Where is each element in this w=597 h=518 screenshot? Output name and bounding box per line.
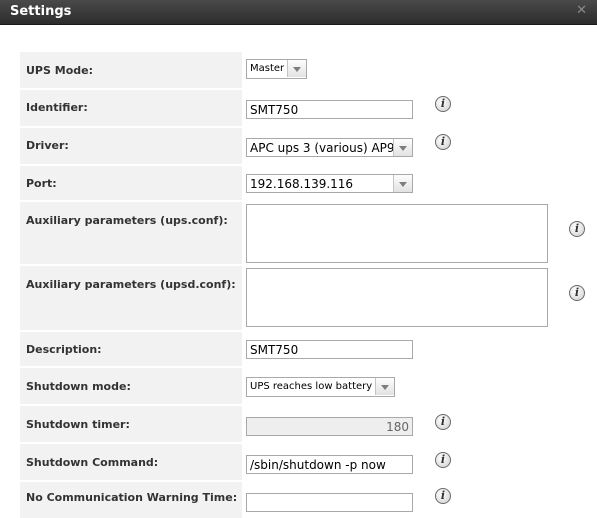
chevron-down-icon	[393, 175, 412, 192]
row-shutdown-timer: Shutdown timer: i	[0, 406, 597, 442]
description-label: Description:	[20, 332, 242, 366]
port-value: 192.168.139.116	[250, 177, 354, 191]
no-comm-warning-label: No Communication Warning Time:	[20, 482, 242, 518]
row-aux-upsd-conf: Auxiliary parameters (upsd.conf): i	[0, 266, 597, 330]
close-icon[interactable]: ✕	[576, 3, 587, 18]
aux-upsd-conf-label: Auxiliary parameters (upsd.conf):	[20, 266, 242, 330]
driver-label: Driver:	[20, 128, 242, 164]
info-icon[interactable]: i	[435, 134, 451, 150]
shutdown-mode-label: Shutdown mode:	[20, 368, 242, 404]
info-icon[interactable]: i	[435, 414, 451, 430]
chevron-down-icon	[393, 139, 412, 156]
dialog-title: Settings	[10, 4, 72, 19]
identifier-cell: i	[244, 90, 597, 126]
row-description: Description:	[0, 332, 597, 366]
row-aux-ups-conf: Auxiliary parameters (ups.conf): i	[0, 202, 597, 264]
no-comm-warning-cell: i	[244, 482, 597, 518]
driver-select[interactable]: APC ups 3 (various) AP96	[246, 138, 413, 157]
row-ups-mode: UPS Mode: Master	[0, 52, 597, 88]
description-input[interactable]	[246, 340, 413, 359]
identifier-label: Identifier:	[20, 90, 242, 126]
aux-ups-conf-cell: i	[244, 202, 597, 264]
info-icon[interactable]: i	[435, 488, 451, 504]
row-shutdown-mode: Shutdown mode: UPS reaches low battery	[0, 368, 597, 404]
driver-cell: APC ups 3 (various) AP96 i	[244, 128, 597, 164]
ups-mode-select[interactable]: Master	[246, 59, 307, 79]
row-port: Port: 192.168.139.116	[0, 166, 597, 200]
no-comm-warning-input[interactable]	[246, 493, 413, 512]
row-no-comm-warning: No Communication Warning Time: i	[0, 482, 597, 518]
ups-mode-cell: Master	[244, 52, 597, 88]
dialog-titlebar: Settings ✕	[0, 0, 597, 25]
port-select[interactable]: 192.168.139.116	[246, 174, 413, 193]
shutdown-command-label: Shutdown Command:	[20, 444, 242, 480]
aux-upsd-conf-textarea[interactable]	[246, 268, 548, 327]
port-cell: 192.168.139.116	[244, 166, 597, 200]
chevron-down-icon	[287, 60, 306, 77]
chevron-down-icon	[375, 378, 394, 395]
info-icon[interactable]: i	[569, 221, 585, 237]
shutdown-command-cell: i	[244, 444, 597, 480]
description-cell	[244, 332, 597, 366]
driver-value: APC ups 3 (various) AP96	[250, 141, 403, 155]
row-shutdown-command: Shutdown Command: i	[0, 444, 597, 480]
aux-upsd-conf-cell: i	[244, 266, 597, 330]
row-identifier: Identifier: i	[0, 90, 597, 126]
shutdown-mode-select[interactable]: UPS reaches low battery	[246, 377, 395, 397]
shutdown-mode-cell: UPS reaches low battery	[244, 368, 597, 404]
aux-ups-conf-textarea[interactable]	[246, 204, 548, 263]
identifier-input[interactable]	[246, 100, 413, 119]
info-icon[interactable]: i	[435, 452, 451, 468]
shutdown-mode-value: UPS reaches low battery	[250, 381, 373, 392]
aux-ups-conf-label: Auxiliary parameters (ups.conf):	[20, 202, 242, 264]
row-driver: Driver: APC ups 3 (various) AP96 i	[0, 128, 597, 164]
shutdown-timer-label: Shutdown timer:	[20, 406, 242, 442]
ups-mode-label: UPS Mode:	[20, 52, 242, 88]
shutdown-timer-cell: i	[244, 406, 597, 442]
shutdown-timer-input	[246, 417, 413, 436]
info-icon[interactable]: i	[435, 96, 451, 112]
ups-mode-value: Master	[250, 63, 285, 74]
port-label: Port:	[20, 166, 242, 200]
info-icon[interactable]: i	[569, 285, 585, 301]
shutdown-command-input[interactable]	[246, 455, 413, 474]
